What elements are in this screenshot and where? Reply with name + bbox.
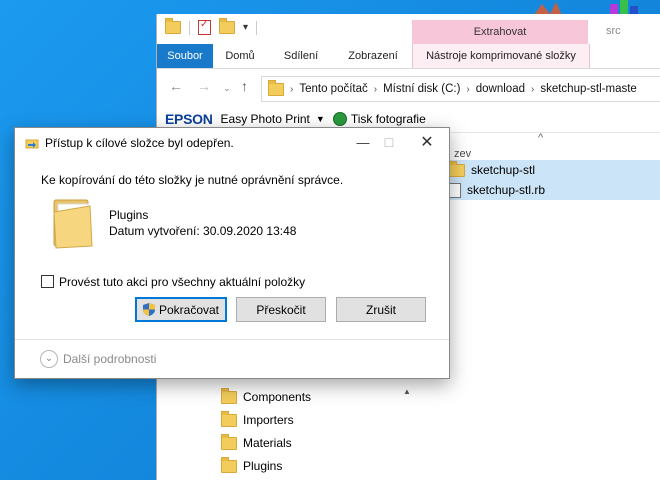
context-tab-header: Extrahovat xyxy=(412,20,588,44)
folder-icon xyxy=(221,433,237,450)
recent-locations-chevron-icon[interactable]: ⌄ xyxy=(223,83,231,94)
navigation-bar: ← → ⌄ ↑ › Tento počítač › Místní disk (C… xyxy=(157,74,660,102)
folder-icon xyxy=(268,79,284,96)
folder-icon xyxy=(449,160,465,177)
new-folder-icon[interactable] xyxy=(219,18,235,34)
file-name: sketchup-stl.rb xyxy=(467,183,546,197)
breadcrumb-separator-icon[interactable]: › xyxy=(374,84,377,95)
explorer-title-bar: ▾ Extrahovat src xyxy=(157,14,660,44)
scroll-arrow-icon[interactable]: ▲ xyxy=(403,387,413,396)
quick-access-toolbar: ▾ xyxy=(165,18,258,35)
ribbon-tabs: Soubor Domů Sdílení Zobrazení Nástroje k… xyxy=(157,44,660,69)
epson-logo: EPSON xyxy=(165,111,213,127)
folder-icon[interactable] xyxy=(165,18,181,34)
file-row[interactable]: sketchup-stl xyxy=(449,160,660,180)
dialog-footer: ⌄ Další podrobnosti xyxy=(15,339,449,379)
breadcrumb-separator-icon[interactable]: › xyxy=(466,84,469,95)
easy-photo-print-button[interactable]: Easy Photo Print xyxy=(221,112,310,126)
tab-share[interactable]: Sdílení xyxy=(275,44,327,68)
address-bar[interactable]: › Tento počítač › Místní disk (C:) › dow… xyxy=(261,76,660,102)
maximize-icon: ☐ xyxy=(383,136,395,150)
large-folder-icon xyxy=(53,199,93,249)
customize-toolbar-icon[interactable]: ▾ xyxy=(243,22,248,33)
minimize-icon[interactable]: — xyxy=(353,133,373,153)
tree-item[interactable]: Plugins xyxy=(221,456,282,476)
item-name: Plugins xyxy=(109,208,149,222)
continue-button[interactable]: Pokračovat xyxy=(135,297,227,322)
breadcrumb-separator-icon[interactable]: › xyxy=(531,84,534,95)
tree-item-label: Components xyxy=(243,390,312,404)
print-photo-button[interactable]: Tisk fotografie xyxy=(351,112,426,126)
tree-item[interactable]: Components xyxy=(221,387,311,407)
up-arrow-icon[interactable]: ↑ xyxy=(241,78,248,94)
forward-arrow-icon[interactable]: → xyxy=(197,78,211,94)
dialog-message: Ke kopírování do této složky je nutné op… xyxy=(41,173,344,187)
access-denied-dialog: Přístup k cílové složce byl odepřen. — ☐… xyxy=(14,127,450,379)
breadcrumb-this-pc[interactable]: Tento počítač xyxy=(299,83,367,95)
tab-compressed-folder-tools[interactable]: Nástroje komprimované složky xyxy=(412,44,590,68)
ruby-file-icon xyxy=(449,182,461,198)
tab-file[interactable]: Soubor xyxy=(157,44,213,68)
breadcrumb-separator-icon[interactable]: › xyxy=(290,84,293,95)
more-details-link[interactable]: Další podrobnosti xyxy=(63,352,156,366)
properties-icon[interactable] xyxy=(198,19,211,35)
print-photo-icon xyxy=(332,112,347,126)
window-title: src xyxy=(606,25,621,37)
dialog-title: Přístup k cílové složce byl odepřen. xyxy=(45,136,234,150)
folder-icon xyxy=(221,387,237,404)
folder-icon xyxy=(221,410,237,427)
breadcrumb-download[interactable]: download xyxy=(476,83,525,95)
tree-item[interactable]: Importers xyxy=(221,410,294,430)
apply-to-all-label[interactable]: Provést tuto akci pro všechny aktuální p… xyxy=(59,275,305,289)
tree-item-label: Materials xyxy=(243,436,292,450)
skip-button[interactable]: Přeskočit xyxy=(236,297,326,322)
continue-button-label: Pokračovat xyxy=(158,302,220,317)
breadcrumb-local-disk[interactable]: Místní disk (C:) xyxy=(383,83,460,95)
tree-item-label: Importers xyxy=(243,413,294,427)
uac-shield-icon xyxy=(142,303,155,316)
item-date: Datum vytvoření: 30.09.2020 13:48 xyxy=(109,224,297,238)
breadcrumb-sketchup-stl[interactable]: sketchup-stl-maste xyxy=(540,83,637,95)
tab-home[interactable]: Domů xyxy=(217,44,263,68)
sort-caret-icon: ^ xyxy=(538,132,544,144)
column-header-name[interactable]: zev xyxy=(454,148,471,160)
cancel-button[interactable]: Zrušit xyxy=(336,297,426,322)
tree-item[interactable]: Materials xyxy=(221,433,292,453)
back-arrow-icon[interactable]: ← xyxy=(169,78,183,94)
file-row[interactable]: sketchup-stl.rb xyxy=(449,180,660,200)
dropdown-arrow-icon[interactable]: ▼ xyxy=(316,114,325,124)
tab-view[interactable]: Zobrazení xyxy=(339,44,407,68)
close-icon[interactable]: ✕ xyxy=(417,133,437,153)
folder-icon xyxy=(221,456,237,473)
expand-chevron-icon[interactable]: ⌄ xyxy=(40,350,58,368)
file-name: sketchup-stl xyxy=(471,163,536,177)
apply-to-all-checkbox[interactable] xyxy=(41,275,54,288)
dialog-title-bar: Přístup k cílové složce byl odepřen. — ☐… xyxy=(15,128,449,158)
tree-item-label: Plugins xyxy=(243,459,283,473)
move-folder-icon xyxy=(25,139,39,149)
